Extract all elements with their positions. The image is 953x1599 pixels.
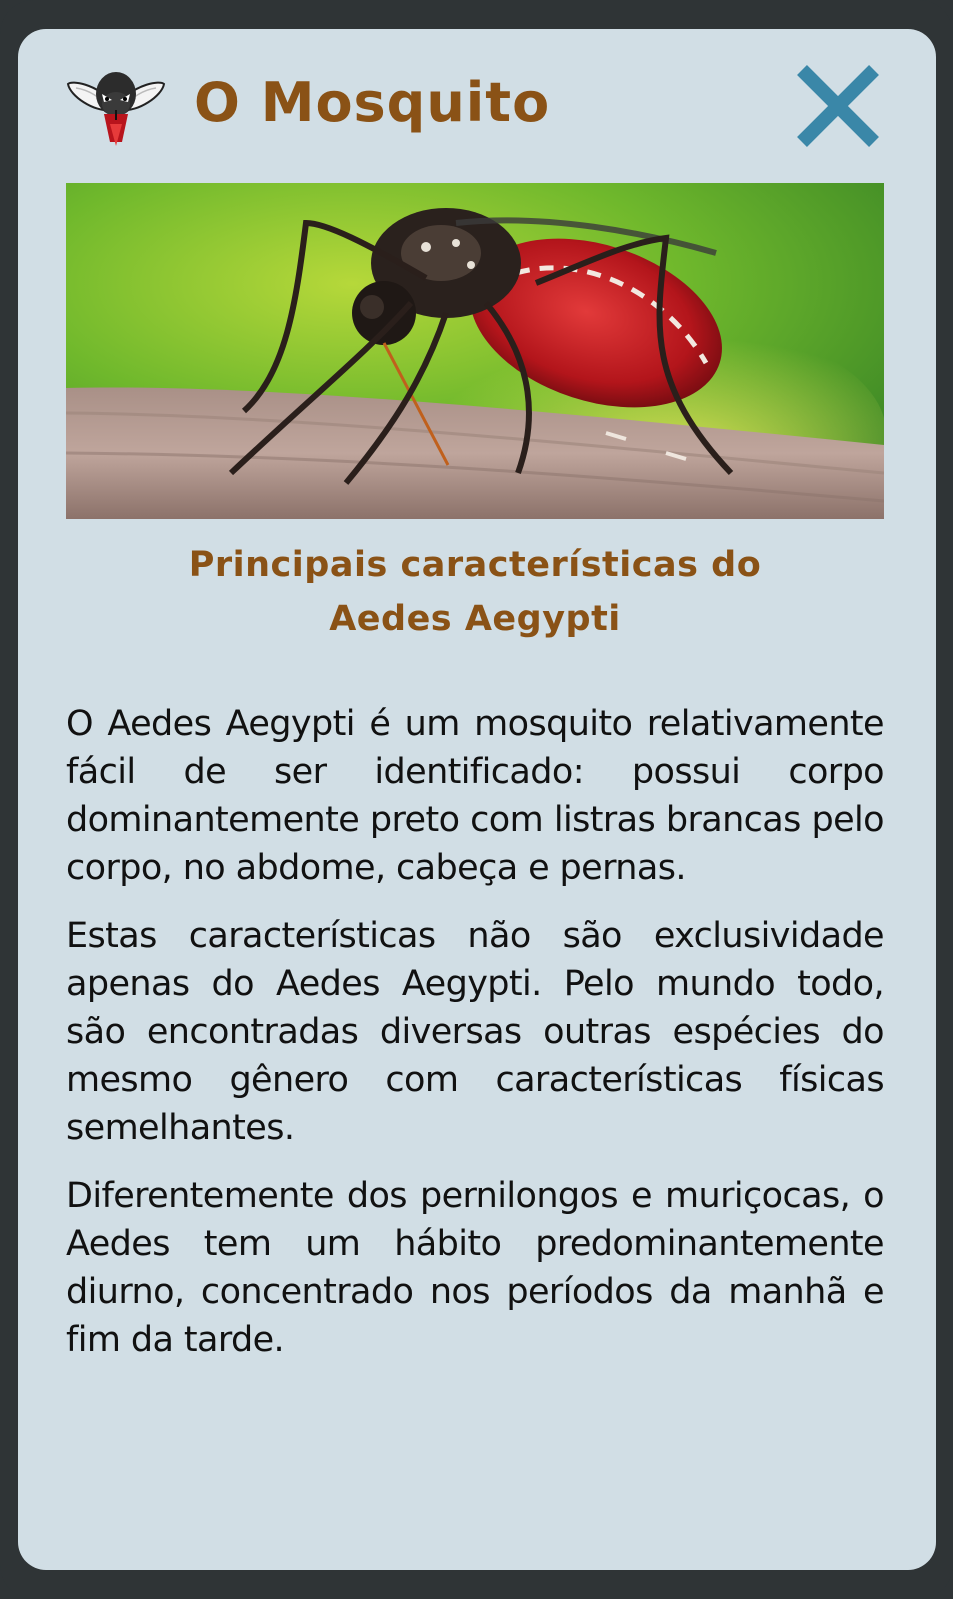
paragraph: Diferentemente dos pernilongos e muriçoc… — [66, 1176, 885, 1360]
paragraph: Estas características não são exclusivid… — [66, 916, 885, 1148]
mosquito-mascot-icon — [66, 72, 166, 146]
section-heading: Principais características do Aedes Aegy… — [66, 538, 884, 646]
section-heading-line-1: Principais características do — [188, 545, 762, 585]
section-heading-line-2: Aedes Aegypti — [329, 599, 621, 639]
card-header: O Mosquito — [66, 60, 884, 152]
dialog-frame: O Mosquito Principais características do… — [0, 0, 953, 1599]
paragraph: O Aedes Aegypti é um mosquito relativame… — [66, 704, 885, 888]
page-title: O Mosquito — [194, 71, 551, 134]
close-icon[interactable] — [792, 60, 884, 152]
aedes-aegypti-photo — [66, 183, 884, 519]
article-body: O Aedes Aegypti é um mosquito relativame… — [66, 700, 885, 1384]
